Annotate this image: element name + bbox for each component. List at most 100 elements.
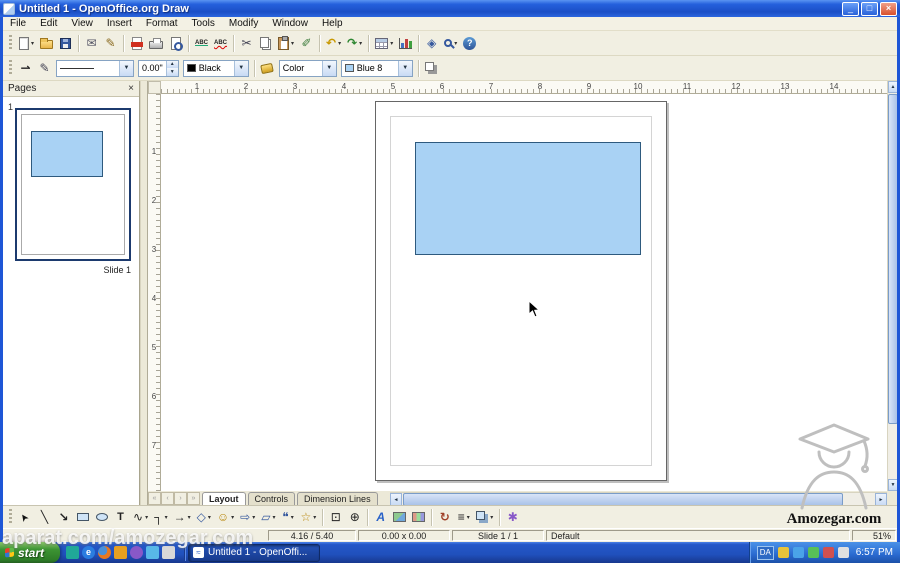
connector-tool-button[interactable] <box>152 508 170 527</box>
interaction-button[interactable] <box>504 508 521 527</box>
start-button[interactable]: start <box>0 542 60 563</box>
shadow-button[interactable] <box>423 59 440 78</box>
callouts-button[interactable] <box>279 508 296 527</box>
menu-help[interactable]: Help <box>315 17 350 30</box>
maximize-button[interactable] <box>861 1 878 16</box>
minimize-button[interactable] <box>842 1 859 16</box>
menu-view[interactable]: View <box>64 17 100 30</box>
email-button[interactable] <box>83 34 100 53</box>
page-preview-button[interactable] <box>167 34 184 53</box>
rectangle-tool-button[interactable] <box>74 508 91 527</box>
toolbar-handle[interactable] <box>9 60 12 76</box>
tab-controls[interactable]: Controls <box>247 492 296 505</box>
chevron-down-icon[interactable] <box>321 60 336 76</box>
slide-info-field[interactable]: Slide 1 / 1 <box>452 530 544 541</box>
zoom-level-field[interactable]: 51% <box>852 530 896 541</box>
gallery-button[interactable] <box>410 508 427 527</box>
tray-icon[interactable] <box>807 547 819 558</box>
rotate-button[interactable] <box>436 508 453 527</box>
open-button[interactable] <box>38 34 55 53</box>
symbol-shapes-button[interactable] <box>215 508 236 527</box>
menu-modify[interactable]: Modify <box>222 17 265 30</box>
spin-down-icon[interactable] <box>166 68 178 76</box>
line-dialog-button[interactable] <box>36 59 53 78</box>
basic-shapes-button[interactable] <box>195 508 213 527</box>
next-layer-icon[interactable] <box>174 492 187 505</box>
menu-tools[interactable]: Tools <box>185 17 222 30</box>
save-button[interactable] <box>57 34 74 53</box>
area-dialog-button[interactable] <box>259 59 276 78</box>
stars-button[interactable] <box>298 508 318 527</box>
quick-launch-icon[interactable] <box>114 546 127 559</box>
drawing-canvas[interactable] <box>161 94 887 491</box>
navigator-button[interactable] <box>423 34 440 53</box>
text-tool-button[interactable] <box>112 508 129 527</box>
tray-icon[interactable] <box>777 547 789 558</box>
task-button-draw[interactable]: Untitled 1 - OpenOffi... <box>188 543 320 562</box>
language-indicator[interactable]: DA <box>756 545 774 560</box>
insert-table-button[interactable] <box>373 34 395 53</box>
chevron-down-icon[interactable] <box>233 60 248 76</box>
panel-splitter[interactable] <box>140 81 148 505</box>
menu-format[interactable]: Format <box>139 17 185 30</box>
ellipse-tool-button[interactable] <box>93 508 110 527</box>
export-pdf-button[interactable] <box>128 34 145 53</box>
arrow-style-button[interactable] <box>17 59 34 78</box>
fill-type-select[interactable]: Color <box>278 59 337 77</box>
format-paintbrush-button[interactable] <box>298 34 315 53</box>
internet-explorer-icon[interactable] <box>82 546 95 559</box>
edit-points-button[interactable] <box>327 508 344 527</box>
auto-spellcheck-button[interactable] <box>212 34 229 53</box>
title-bar[interactable]: Untitled 1 - OpenOffice.org Draw <box>0 0 900 17</box>
fill-color-select[interactable]: Blue 8 <box>340 59 413 77</box>
menu-window[interactable]: Window <box>265 17 315 30</box>
quick-launch-icon[interactable] <box>162 546 175 559</box>
chevron-down-icon[interactable] <box>397 60 412 76</box>
quick-launch-icon[interactable] <box>146 546 159 559</box>
close-icon[interactable]: × <box>128 83 134 94</box>
toolbar-handle[interactable] <box>9 35 12 51</box>
line-width-value[interactable]: 0.00" <box>139 61 166 76</box>
tray-icon[interactable] <box>792 547 804 558</box>
close-button[interactable] <box>880 1 897 16</box>
vertical-scrollbar[interactable] <box>887 81 898 491</box>
select-tool-button[interactable] <box>17 508 34 527</box>
last-layer-icon[interactable] <box>187 492 200 505</box>
tab-layout[interactable]: Layout <box>202 492 246 505</box>
spellcheck-button[interactable] <box>193 34 210 53</box>
copy-button[interactable] <box>257 34 274 53</box>
spin-up-icon[interactable] <box>166 60 178 68</box>
menu-insert[interactable]: Insert <box>100 17 139 30</box>
cut-button[interactable] <box>238 34 255 53</box>
flowcharts-button[interactable] <box>259 508 277 527</box>
horizontal-scrollbar[interactable] <box>390 492 887 506</box>
fontwork-button[interactable] <box>372 508 389 527</box>
firefox-icon[interactable] <box>98 546 111 559</box>
line-color-select[interactable]: Black <box>182 59 249 77</box>
block-arrows-button[interactable] <box>238 508 257 527</box>
quick-launch-icon[interactable] <box>66 546 79 559</box>
alignment-button[interactable] <box>455 508 472 527</box>
arrow-line-tool-button[interactable] <box>55 508 72 527</box>
style-name-field[interactable]: Default <box>546 530 850 541</box>
lines-and-arrows-button[interactable] <box>172 508 193 527</box>
pages-panel-header[interactable]: Pages × <box>3 81 139 97</box>
glue-points-button[interactable] <box>346 508 363 527</box>
menu-file[interactable]: File <box>3 17 33 30</box>
new-document-button[interactable] <box>17 34 36 53</box>
tray-icon[interactable] <box>837 547 849 558</box>
drawn-rectangle[interactable] <box>415 142 641 255</box>
arrange-button[interactable] <box>474 508 495 527</box>
tab-dimension-lines[interactable]: Dimension Lines <box>297 492 378 505</box>
insert-chart-button[interactable] <box>397 34 414 53</box>
undo-button[interactable] <box>324 34 343 53</box>
edit-file-button[interactable] <box>102 34 119 53</box>
chevron-down-icon[interactable] <box>119 60 133 76</box>
slide-page[interactable] <box>375 101 667 481</box>
menu-edit[interactable]: Edit <box>33 17 64 30</box>
redo-button[interactable] <box>345 34 364 53</box>
first-layer-icon[interactable] <box>148 492 161 505</box>
print-button[interactable] <box>147 34 165 53</box>
line-style-select[interactable] <box>56 59 134 77</box>
zoom-button[interactable] <box>442 34 459 53</box>
